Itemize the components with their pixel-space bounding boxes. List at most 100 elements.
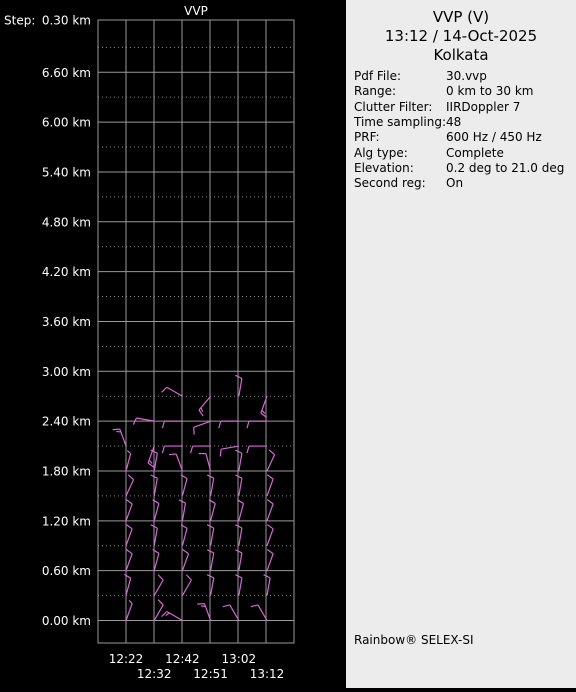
y-tick-label: 0.60 km [42, 564, 91, 578]
barb-flag [267, 475, 273, 479]
barb-flag [191, 446, 193, 453]
barb-flag [186, 575, 191, 580]
wind-barb [169, 454, 182, 471]
info-label: PRF: [354, 129, 380, 145]
y-tick-label: 3.60 km [42, 315, 91, 329]
barb-staff [211, 478, 214, 496]
wind-barb [126, 549, 132, 570]
wind-barbs [113, 375, 275, 620]
wind-barb [267, 450, 275, 471]
barb-staff [239, 528, 242, 546]
wind-barb [247, 446, 267, 453]
info-row: Alg type:Complete [354, 145, 576, 161]
barb-staff [182, 479, 187, 496]
grid [98, 20, 294, 643]
vvp-chart: VVP Step: 0.30 km6.60 km6.00 km5.40 km4.… [0, 0, 346, 688]
y-tick-label: 1.20 km [42, 514, 91, 528]
y-tick-label: 6.60 km [42, 66, 91, 80]
wind-barb [267, 475, 273, 496]
info-value: Complete [446, 145, 504, 161]
wind-barb [223, 605, 239, 621]
wind-barb [199, 396, 211, 416]
barb-staff [126, 578, 131, 595]
wind-barb [154, 600, 163, 621]
barb-flag [162, 421, 164, 428]
wind-barb [197, 604, 210, 621]
y-tick-label: 2.40 km [42, 415, 91, 429]
x-tick-label: 13:12 [250, 667, 285, 681]
barb-flag [197, 604, 204, 605]
barb-staff [126, 554, 132, 571]
barb-staff [126, 480, 134, 496]
wind-barb [126, 475, 134, 496]
y-tick-label: 6.00 km [42, 116, 91, 130]
barb-flag [235, 550, 242, 553]
info-row: Pdf File:30.vvp [354, 68, 576, 84]
wind-barb [148, 446, 154, 467]
barb-staff [126, 504, 132, 521]
wind-barb [182, 575, 191, 596]
y-tick-label: 4.80 km [42, 215, 91, 229]
wind-barb [124, 574, 130, 595]
wind-barb [126, 451, 131, 471]
info-value: On [446, 175, 463, 191]
x-tick-label: 12:42 [165, 652, 200, 666]
barb-staff [126, 604, 132, 621]
wind-barb [251, 605, 267, 621]
wind-barb [126, 600, 132, 620]
info-label: Second reg: [354, 175, 426, 191]
barb-flag [183, 549, 189, 553]
barb-flag [113, 429, 120, 430]
wind-barb [235, 575, 242, 596]
barb-staff [267, 554, 273, 571]
wind-barb [267, 525, 273, 546]
x-tick-label: 12:51 [193, 667, 228, 681]
barb-flag [235, 475, 242, 478]
info-label: Elevation: [354, 160, 414, 176]
barb-staff [239, 378, 242, 396]
y-step-value: 0.30 km [42, 14, 91, 28]
barb-staff [194, 421, 211, 427]
wind-barb [162, 421, 182, 428]
barb-flag [235, 375, 242, 378]
barb-flag [267, 525, 273, 529]
wind-barb [199, 453, 211, 471]
barb-flag [129, 600, 132, 603]
info-label: Range: [354, 83, 396, 99]
barb-staff [239, 503, 244, 520]
barb-staff [211, 503, 216, 520]
barb-staff [239, 478, 242, 496]
barb-staff [267, 578, 270, 596]
x-tick-label: 12:22 [109, 652, 144, 666]
info-label: Clutter Filter: [354, 99, 432, 115]
barb-staff [182, 503, 185, 521]
wind-barb [235, 550, 242, 571]
barb-flag [201, 408, 203, 412]
wind-barb [162, 387, 183, 396]
barb-staff [154, 528, 157, 546]
barb-flag [149, 460, 152, 463]
barb-staff [267, 529, 273, 546]
barb-staff [154, 478, 157, 496]
info-panel: VVP (V) 13:12 / 14-Oct-2025 Kolkata Pdf … [346, 0, 576, 688]
wind-barb [219, 421, 239, 428]
barb-flag [128, 475, 133, 480]
barb-staff [267, 479, 273, 496]
plot-frame [98, 20, 294, 643]
barb-staff [182, 580, 191, 596]
barb-staff [182, 528, 187, 545]
barb-flag [247, 446, 249, 453]
barb-flag [269, 450, 274, 455]
barb-staff [267, 455, 275, 471]
wind-barb [220, 446, 238, 456]
barb-staff [211, 553, 214, 571]
wind-barb [182, 549, 188, 570]
barb-flag [235, 575, 242, 578]
info-row: PRF:600 Hz / 450 Hz [354, 129, 576, 145]
info-row: Time sampling:48 [354, 114, 576, 130]
wind-barb [247, 421, 267, 428]
barb-staff [154, 553, 159, 570]
wind-barb [235, 475, 242, 496]
barb-flag [194, 427, 195, 434]
barb-staff [230, 605, 239, 621]
